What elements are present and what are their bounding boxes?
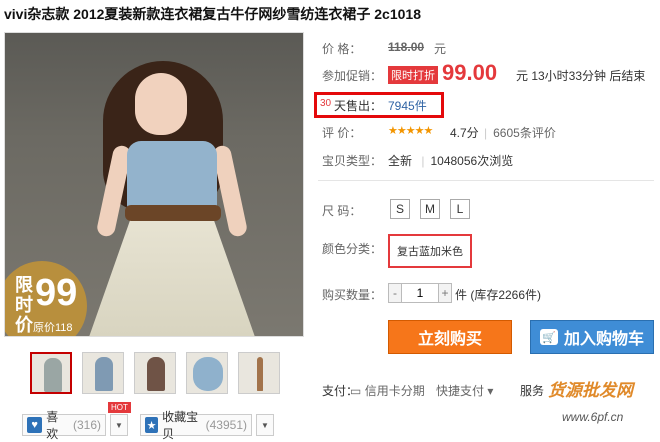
reviews-count: 6605条评价 — [493, 126, 556, 140]
promotion-price: 99.00 — [442, 60, 498, 85]
divider — [318, 180, 654, 181]
thumbnail-figure — [257, 357, 263, 391]
size-option-s[interactable]: S — [390, 199, 410, 219]
condition-label: 宝贝类型： — [322, 154, 383, 168]
view-count: 1048056次浏览 — [430, 154, 514, 168]
sales-value[interactable]: 7945件 — [388, 97, 427, 114]
model-face — [135, 73, 187, 135]
payment-quick[interactable]: 快捷支付 ▾ — [436, 382, 493, 399]
thumbnail-4[interactable] — [186, 352, 228, 394]
payment-installment[interactable]: ▭ 信用卡分期 — [350, 382, 425, 399]
condition-info: 全新 | 1048056次浏览 — [388, 152, 513, 169]
promotion-label: 参加促销： — [322, 69, 383, 83]
hot-badge: HOT — [108, 402, 131, 413]
thumbnail-figure — [95, 357, 113, 391]
favorite-button[interactable]: ★ 收藏宝贝 (43951) — [140, 410, 252, 441]
size-option-m[interactable]: M — [420, 199, 440, 219]
dress-skirt — [89, 219, 255, 336]
thumbnail-figure — [193, 357, 223, 391]
payment-quick-label: 快捷支付 — [436, 384, 485, 398]
original-price-unit: 元 — [434, 42, 447, 56]
condition-value: 全新 — [388, 154, 413, 168]
quantity-decrease-button[interactable]: - — [388, 283, 402, 303]
quantity-input[interactable] — [402, 283, 438, 303]
sales-days: 30 — [320, 98, 332, 109]
separator: | — [421, 154, 425, 168]
rating-stars: ★★★★★ — [388, 125, 433, 137]
dress-belt — [125, 205, 221, 221]
service-label: 服务 — [520, 384, 545, 398]
color-option-selected[interactable]: 复古蓝加米色 — [388, 234, 472, 268]
promo-badge-label: 限时价 — [15, 275, 33, 335]
thumbnail-figure — [44, 358, 62, 392]
thumbnail-2[interactable] — [82, 352, 124, 394]
payment-card-label: 信用卡分期 — [364, 384, 425, 398]
thumbnail-5[interactable] — [238, 352, 280, 394]
like-label: 喜欢 — [46, 410, 59, 441]
quantity-label: 购买数量： — [322, 288, 383, 302]
separator: | — [484, 126, 488, 140]
favorite-label: 收藏宝贝 — [162, 410, 199, 441]
watermark-text: 货源批发网 — [548, 381, 633, 400]
buy-now-button[interactable]: 立刻购买 — [388, 320, 512, 354]
add-to-cart-button[interactable]: 🛒 加入购物车 — [530, 320, 654, 354]
credit-card-icon: ▭ — [350, 384, 362, 398]
main-product-image[interactable]: 限时价 99 原价118 — [4, 32, 304, 337]
like-button[interactable]: ♥ 喜欢 (316) — [22, 410, 106, 441]
thumbnail-figure — [147, 357, 165, 391]
favorite-dropdown-arrow[interactable]: ▼ — [256, 414, 274, 436]
promo-price-badge: 限时价 99 原价118 — [5, 261, 87, 336]
favorite-count: (43951) — [205, 418, 247, 432]
reviews-link[interactable]: | 6605条评价 — [484, 124, 556, 141]
chevron-down-icon: ▾ — [487, 384, 494, 398]
thumbnail-1[interactable] — [30, 352, 72, 394]
promotion-countdown: 元 13小时33分钟 后结束 — [516, 69, 646, 83]
like-count: (316) — [72, 418, 101, 432]
original-price: 118.00 — [388, 40, 425, 54]
like-dropdown-arrow[interactable]: ▼ — [110, 414, 128, 436]
size-label: 尺 码： — [322, 204, 362, 218]
thumbnail-3[interactable] — [134, 352, 176, 394]
rating-label: 评 价： — [322, 126, 362, 140]
watermark-url: www.6pf.cn — [562, 410, 624, 424]
product-title: vivi杂志款 2012夏装新款连衣裙复古牛仔网纱雪纺连衣裙子 2c1018 — [4, 6, 421, 22]
quantity-increase-button[interactable]: + — [438, 283, 452, 303]
size-option-l[interactable]: L — [450, 199, 470, 219]
add-to-cart-label: 加入购物车 — [563, 331, 644, 348]
promo-badge-price: 99 — [35, 272, 78, 314]
price-label: 价 格： — [322, 42, 362, 56]
color-label: 颜色分类： — [322, 242, 383, 256]
promo-badge-original: 原价118 — [33, 322, 73, 334]
sales-label: 天售出： — [334, 99, 383, 113]
bookmark-icon: ★ — [145, 417, 159, 433]
cart-icon: 🛒 — [539, 329, 558, 345]
stock-info: 件 (库存2266件) — [455, 288, 542, 302]
dress-top — [127, 141, 217, 211]
heart-icon: ♥ — [27, 417, 43, 433]
rating-score: 4.7分 — [450, 126, 479, 140]
promotion-tag: 限时打折 — [388, 66, 438, 84]
